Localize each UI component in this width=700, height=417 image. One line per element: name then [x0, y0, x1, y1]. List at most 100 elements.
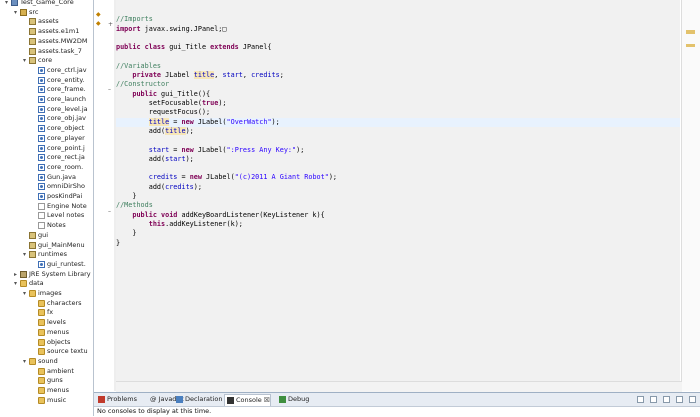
tree-item[interactable]: core_frame. — [0, 85, 93, 94]
overview-marker[interactable] — [686, 30, 695, 34]
code-line[interactable]: requestFocus(); — [116, 108, 680, 117]
code-line[interactable]: //Constructor — [116, 80, 680, 89]
expand-arrow-icon[interactable]: ▸ — [12, 270, 19, 279]
code-line[interactable] — [116, 6, 680, 15]
tree-item[interactable]: Gun.java — [0, 173, 93, 182]
code-line[interactable]: title = new JLabel("OverWatch"); — [116, 117, 680, 127]
tree-item[interactable]: omniDirSho — [0, 182, 93, 191]
code-editor[interactable]: ◆ ◆ + – – //Imports import javax.swing.JP… — [94, 0, 700, 392]
code-line[interactable]: import javax.swing.JPanel;□ — [116, 25, 680, 34]
tree-item[interactable]: ▾ runtimes — [0, 250, 93, 259]
tree-item[interactable]: source textu — [0, 347, 93, 356]
fold-collapse-icon[interactable]: – — [108, 208, 111, 215]
fold-collapse-icon[interactable]: – — [108, 86, 111, 93]
code-line[interactable]: add(title); — [116, 126, 680, 136]
tree-item[interactable]: objects — [0, 338, 93, 347]
code-line[interactable]: //Methods — [116, 201, 680, 210]
code-line[interactable]: private JLabel title, start, credits; — [116, 71, 680, 80]
tree-item[interactable]: music — [0, 396, 93, 405]
tree-item[interactable]: menus — [0, 386, 93, 395]
code-line[interactable]: public gui_Title(){ — [116, 90, 680, 99]
code-line[interactable]: } — [116, 239, 680, 248]
tree-item[interactable]: Level notes — [0, 211, 93, 220]
code-line[interactable]: add(credits); — [116, 183, 680, 192]
code-line[interactable]: setFocusable(true); — [116, 99, 680, 108]
collapse-arrow-icon[interactable]: ▾ — [21, 357, 28, 366]
code-area[interactable]: //Imports import javax.swing.JPanel;□ publ… — [116, 0, 680, 381]
tree-item[interactable]: ▾ sound — [0, 357, 93, 366]
code-line[interactable]: } — [116, 192, 680, 201]
tab-debug[interactable]: Debug — [277, 394, 309, 405]
collapse-arrow-icon[interactable]: ▾ — [21, 56, 28, 65]
tree-item[interactable]: core_rect.ja — [0, 153, 93, 162]
tree-item[interactable]: ▾ core — [0, 56, 93, 65]
tree-item[interactable]: core_point.j — [0, 144, 93, 153]
code-line[interactable] — [116, 136, 680, 145]
tree-item[interactable]: gui_runtest. — [0, 260, 93, 269]
tree-item[interactable]: fx — [0, 308, 93, 317]
code-line[interactable]: //Imports — [116, 15, 680, 24]
code-line[interactable]: credits = new JLabel("(c)2011 A Giant Ro… — [116, 173, 680, 182]
collapse-arrow-icon[interactable]: ▾ — [12, 8, 19, 17]
code-line[interactable]: public class gui_Title extends JPanel{ — [116, 43, 680, 52]
tree-item[interactable]: assets.MW2DM — [0, 37, 93, 46]
code-line[interactable]: this.addKeyListener(k); — [116, 220, 680, 229]
code-line[interactable]: //Variables — [116, 62, 680, 71]
tree-item[interactable]: core_room. — [0, 163, 93, 172]
collapse-arrow-icon[interactable]: ▾ — [21, 289, 28, 298]
tree-item[interactable]: core_object — [0, 124, 93, 133]
tree-item[interactable]: Notes — [0, 221, 93, 230]
code-line[interactable] — [116, 53, 680, 62]
tree-item[interactable]: menus — [0, 328, 93, 337]
tree-item[interactable]: assets — [0, 17, 93, 26]
code-line[interactable]: public void addKeyBoardListener(KeyListe… — [116, 211, 680, 220]
tree-item[interactable]: core_obj.jav — [0, 114, 93, 123]
tree-item[interactable]: ▸ JRE System Library — [0, 270, 93, 279]
tab-declaration[interactable]: Declaration — [174, 394, 222, 405]
tree-item[interactable]: levels — [0, 318, 93, 327]
open-console-icon[interactable] — [663, 396, 670, 403]
tree-item[interactable]: core_ctrl.jav — [0, 66, 93, 75]
minimize-panel-icon[interactable] — [676, 396, 683, 403]
tree-item[interactable]: assets.e1m1 — [0, 27, 93, 36]
code-line[interactable]: start = new JLabel(":Press Any Key:"); — [116, 146, 680, 155]
overview-ruler[interactable] — [681, 0, 700, 391]
maximize-panel-icon[interactable] — [689, 396, 696, 403]
tree-item[interactable]: ▾ images — [0, 289, 93, 298]
overview-marker[interactable] — [686, 44, 695, 47]
tree-item[interactable]: characters — [0, 299, 93, 308]
collapse-arrow-icon[interactable]: ▾ — [12, 279, 19, 288]
pin-console-icon[interactable] — [637, 396, 644, 403]
code-line[interactable] — [116, 34, 680, 43]
tree-item[interactable]: core_player — [0, 134, 93, 143]
code-line[interactable]: add(start); — [116, 155, 680, 164]
tree-item[interactable]: ambient — [0, 367, 93, 376]
tree-item-label: runtimes — [38, 250, 67, 259]
code-line[interactable] — [116, 164, 680, 173]
tree-item[interactable]: guns — [0, 376, 93, 385]
java-icon — [38, 154, 45, 162]
tree-item[interactable]: core_entity. — [0, 76, 93, 85]
tree-item[interactable]: ▾ Test_Game_Core — [0, 0, 93, 7]
tree-item[interactable]: gui_MainMenu — [0, 241, 93, 250]
pkg-icon — [29, 18, 36, 26]
tree-item[interactable]: posKindPai — [0, 192, 93, 201]
collapse-arrow-icon[interactable]: ▾ — [21, 250, 28, 259]
horizontal-scrollbar[interactable] — [116, 381, 682, 392]
tree-item[interactable]: ▾ src — [0, 8, 93, 17]
collapse-arrow-icon[interactable]: ▾ — [3, 0, 10, 7]
warning-marker-icon[interactable]: ◆ — [96, 11, 101, 18]
code-line[interactable]: } — [116, 229, 680, 238]
tab-problems[interactable]: Problems — [96, 394, 137, 405]
tab-console[interactable]: Console ☒ — [224, 394, 271, 406]
tree-item[interactable]: ▾ data — [0, 279, 93, 288]
package-explorer[interactable]: ▾ Test_Game_Core ▾ src assets assets.e1m1 asse… — [0, 0, 94, 416]
tree-item[interactable]: gui — [0, 231, 93, 240]
fold-expand-icon[interactable]: + — [108, 21, 113, 28]
display-console-icon[interactable] — [650, 396, 657, 403]
tree-item[interactable]: Engine Note — [0, 202, 93, 211]
warning-marker-icon[interactable]: ◆ — [96, 20, 101, 27]
tree-item[interactable]: core_launch — [0, 95, 93, 104]
tree-item[interactable]: core_level.ja — [0, 105, 93, 114]
tree-item[interactable]: assets.task_7 — [0, 47, 93, 56]
